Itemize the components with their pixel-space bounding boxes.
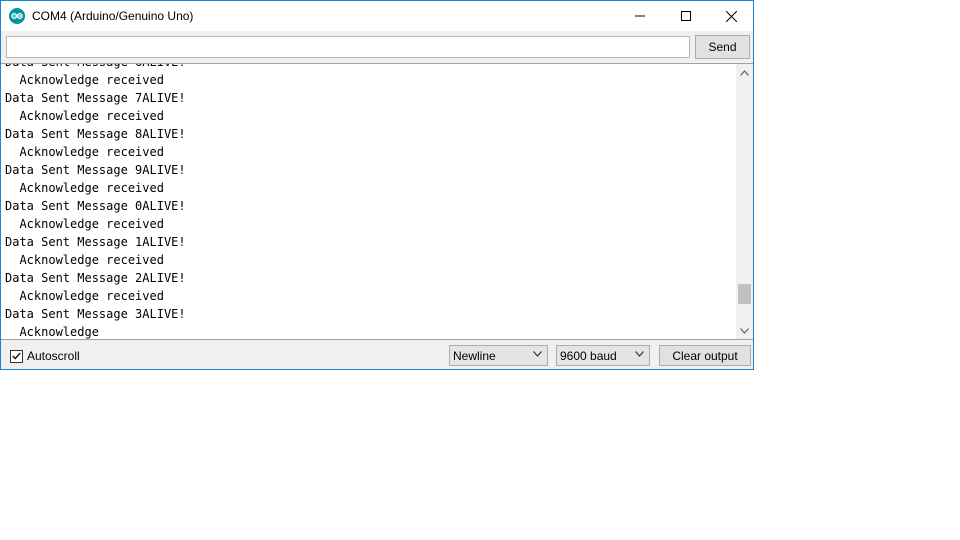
output-line: Data Sent Message 7ALIVE! — [5, 91, 186, 105]
clear-output-button[interactable]: Clear output — [659, 345, 751, 366]
autoscroll-label: Autoscroll — [27, 349, 80, 363]
line-ending-value: Newline — [453, 348, 496, 363]
chevron-down-icon — [635, 351, 644, 357]
output-line: Acknowledge received — [5, 253, 164, 267]
minimize-icon — [635, 15, 645, 17]
arduino-logo-icon — [9, 8, 25, 24]
output-line: Data Sent Message 3ALIVE! — [5, 307, 186, 321]
send-toolbar: Send — [1, 31, 753, 63]
send-button[interactable]: Send — [695, 35, 750, 59]
serial-output[interactable]: Data Sent Message 6ALIVE! Acknowledge re… — [1, 63, 753, 340]
close-icon — [725, 10, 737, 22]
close-button[interactable] — [708, 1, 754, 31]
output-line: Acknowledge — [5, 325, 99, 339]
serial-monitor-window: COM4 (Arduino/Genuino Uno) Send Data Sen… — [0, 0, 754, 370]
output-line: Data Sent Message 8ALIVE! — [5, 127, 186, 141]
status-bar: Autoscroll Newline 9600 baud Clear outpu… — [1, 340, 753, 369]
send-input[interactable] — [6, 36, 690, 58]
output-text: Data Sent Message 6ALIVE! Acknowledge re… — [5, 64, 186, 339]
chevron-down-icon — [533, 351, 542, 357]
maximize-icon — [681, 11, 691, 21]
autoscroll-toggle[interactable]: Autoscroll — [10, 349, 80, 363]
maximize-button[interactable] — [663, 1, 709, 31]
chevron-down-icon — [740, 327, 749, 334]
vertical-scrollbar[interactable] — [736, 64, 753, 339]
line-ending-select[interactable]: Newline — [449, 345, 548, 366]
output-line: Data Sent Message 6ALIVE! — [5, 64, 186, 71]
output-line: Acknowledge received — [5, 217, 164, 231]
output-line: Data Sent Message 1ALIVE! — [5, 235, 186, 249]
scroll-thumb[interactable] — [738, 284, 751, 305]
output-line: Acknowledge received — [5, 109, 164, 123]
scroll-down-button[interactable] — [736, 322, 753, 339]
output-line: Data Sent Message 0ALIVE! — [5, 199, 186, 213]
output-line: Acknowledge received — [5, 181, 164, 195]
chevron-up-icon — [740, 69, 749, 76]
checkmark-icon — [12, 352, 21, 360]
window-title: COM4 (Arduino/Genuino Uno) — [32, 9, 194, 23]
baud-rate-value: 9600 baud — [560, 348, 617, 363]
output-line: Acknowledge received — [5, 73, 164, 87]
baud-rate-select[interactable]: 9600 baud — [556, 345, 650, 366]
output-line: Data Sent Message 9ALIVE! — [5, 163, 186, 177]
output-line: Acknowledge received — [5, 145, 164, 159]
output-line: Data Sent Message 2ALIVE! — [5, 271, 186, 285]
title-bar[interactable]: COM4 (Arduino/Genuino Uno) — [1, 1, 753, 31]
scroll-up-button[interactable] — [736, 64, 753, 81]
autoscroll-checkbox[interactable] — [10, 349, 23, 363]
output-line: Acknowledge received — [5, 289, 164, 303]
minimize-button[interactable] — [617, 1, 663, 31]
